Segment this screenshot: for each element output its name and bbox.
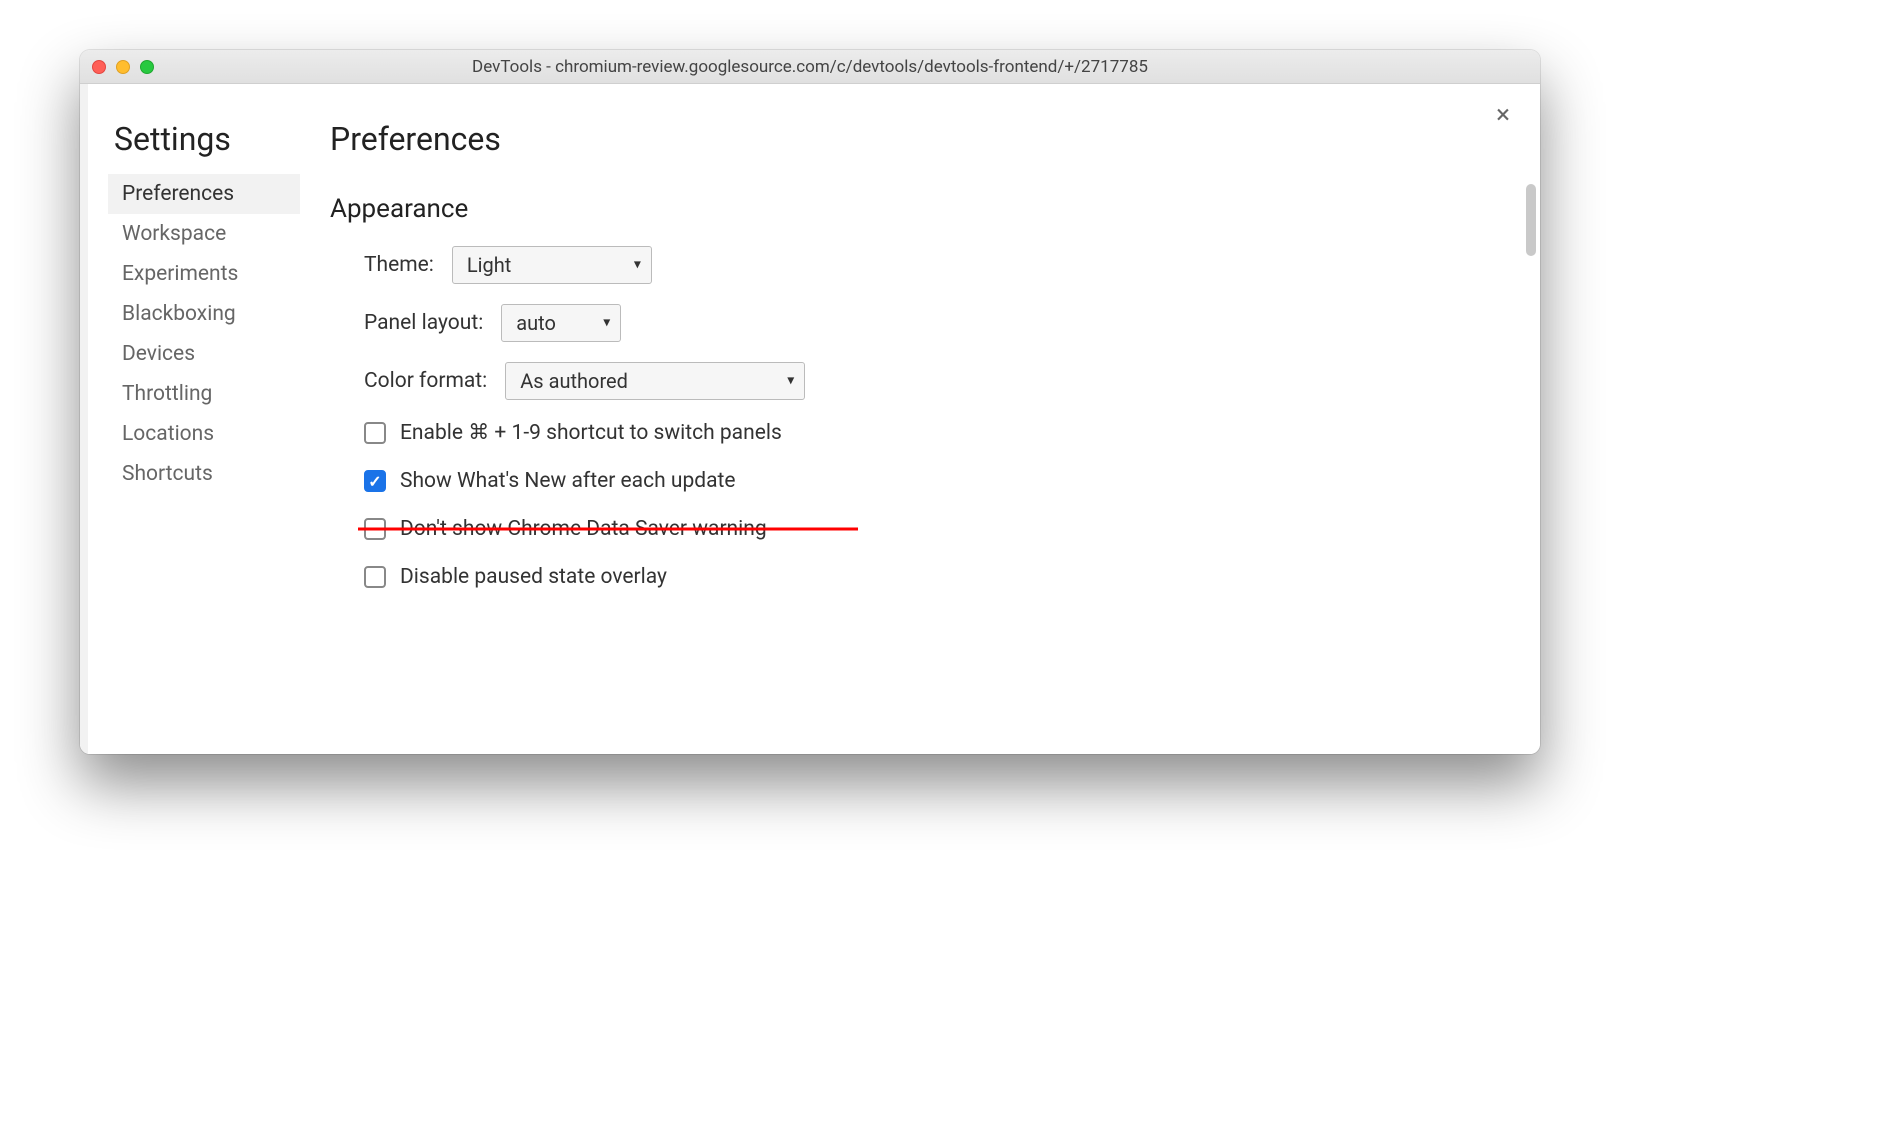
sidebar-title: Settings [108, 120, 300, 158]
devtools-window: DevTools - chromium-review.googlesource.… [80, 50, 1540, 754]
sidebar-item-preferences[interactable]: Preferences [108, 174, 300, 214]
panel-layout-select[interactable]: auto [501, 304, 621, 342]
theme-label: Theme: [364, 253, 434, 277]
maximize-window-icon[interactable] [140, 60, 154, 74]
checkbox-row-1: Show What's New after each update [364, 469, 1500, 493]
panel-layout-row: Panel layout: auto [364, 304, 1500, 342]
checkbox-row-2: Don't show Chrome Data Saver warning [364, 517, 1500, 541]
settings-panel: × Settings PreferencesWorkspaceExperimen… [80, 84, 1540, 754]
panel-layout-label: Panel layout: [364, 311, 483, 335]
page-title: Preferences [330, 120, 1500, 158]
sidebar-item-shortcuts[interactable]: Shortcuts [108, 454, 300, 494]
sidebar-item-devices[interactable]: Devices [108, 334, 300, 374]
checkbox-3[interactable] [364, 566, 386, 588]
scrollbar-thumb[interactable] [1526, 184, 1536, 256]
checkbox-label-0: Enable ⌘ + 1-9 shortcut to switch panels [400, 420, 782, 445]
checkbox-1[interactable] [364, 470, 386, 492]
sidebar-item-locations[interactable]: Locations [108, 414, 300, 454]
traffic-lights [92, 60, 154, 74]
section-appearance: Appearance [330, 194, 1500, 224]
sidebar-item-blackboxing[interactable]: Blackboxing [108, 294, 300, 334]
sidebar-item-experiments[interactable]: Experiments [108, 254, 300, 294]
minimize-window-icon[interactable] [116, 60, 130, 74]
settings-main: Preferences Appearance Theme: Light Pane… [300, 84, 1540, 754]
color-format-row: Color format: As authored [364, 362, 1500, 400]
theme-row: Theme: Light [364, 246, 1500, 284]
sidebar-item-workspace[interactable]: Workspace [108, 214, 300, 254]
window-title: DevTools - chromium-review.googlesource.… [80, 57, 1540, 77]
checkbox-0[interactable] [364, 422, 386, 444]
settings-sidebar: Settings PreferencesWorkspaceExperiments… [80, 84, 300, 754]
titlebar: DevTools - chromium-review.googlesource.… [80, 50, 1540, 84]
checkbox-label-1: Show What's New after each update [400, 469, 736, 493]
checkbox-row-3: Disable paused state overlay [364, 565, 1500, 589]
close-window-icon[interactable] [92, 60, 106, 74]
color-format-select[interactable]: As authored [505, 362, 805, 400]
color-format-label: Color format: [364, 369, 487, 393]
checkbox-label-3: Disable paused state overlay [400, 565, 667, 589]
strikethrough-annotation [358, 528, 858, 531]
checkbox-row-0: Enable ⌘ + 1-9 shortcut to switch panels [364, 420, 1500, 445]
theme-select[interactable]: Light [452, 246, 652, 284]
sidebar-item-throttling[interactable]: Throttling [108, 374, 300, 414]
